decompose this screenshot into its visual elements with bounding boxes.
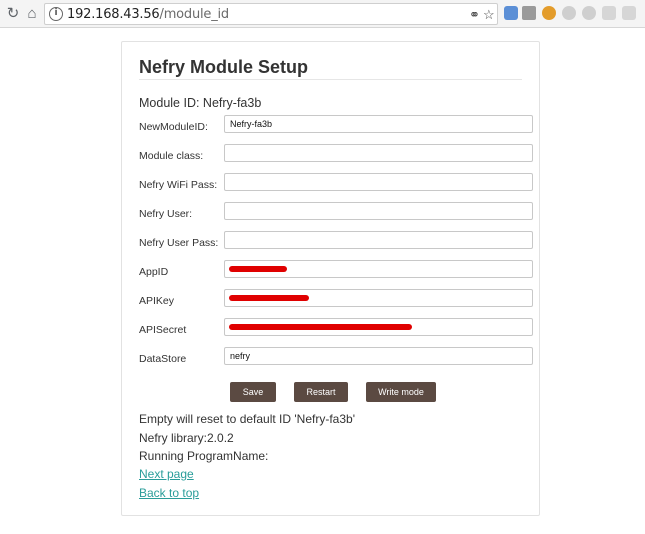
restart-button[interactable]: Restart xyxy=(294,382,348,402)
library-version: Nefry library:2.0.2 xyxy=(139,431,234,445)
url-path: /module_id xyxy=(159,7,230,22)
url-host: 192.168.43.56 xyxy=(67,7,160,22)
browser-toolbar: ↻ ⌂ i 192.168.43.56/module_id ⚭ ☆ xyxy=(0,0,645,28)
apikey-redaction xyxy=(229,295,309,301)
appid-redaction xyxy=(229,266,287,272)
write-mode-button[interactable]: Write mode xyxy=(366,382,436,402)
label-nefry-user: Nefry User: xyxy=(139,208,193,220)
running-program: Running ProgramName: xyxy=(139,449,269,463)
nefry-user-input[interactable] xyxy=(224,202,533,220)
page-title: Nefry Module Setup xyxy=(139,57,309,77)
apisecret-redaction xyxy=(229,324,412,330)
reload-icon[interactable]: ↻ xyxy=(4,5,22,23)
label-datastore: DataStore xyxy=(139,353,187,365)
label-nefry-user-pass: Nefry User Pass: xyxy=(139,237,219,249)
label-appid: AppID xyxy=(139,266,169,278)
new-module-id-input[interactable] xyxy=(224,115,533,133)
label-apisecret: APISecret xyxy=(139,324,187,336)
datastore-input[interactable] xyxy=(224,347,533,365)
module-class-input[interactable] xyxy=(224,144,533,162)
module-id-text: Module ID: Nefry-fa3b xyxy=(139,96,262,110)
extension-circle-icon[interactable] xyxy=(542,6,556,20)
address-bar[interactable]: i 192.168.43.56/module_id ⚭ ☆ xyxy=(44,3,498,25)
label-new-module-id: NewModuleID: xyxy=(139,121,208,133)
info-icon[interactable]: i xyxy=(49,7,63,21)
extension-cloud-icon[interactable] xyxy=(582,6,596,20)
label-apikey: APIKey xyxy=(139,295,175,307)
key-icon[interactable]: ⚭ xyxy=(469,7,480,23)
title-divider xyxy=(139,79,522,80)
back-to-top-link[interactable]: Back to top xyxy=(139,486,199,500)
label-module-class: Module class: xyxy=(139,150,204,162)
extension-camera-icon[interactable] xyxy=(522,6,536,20)
extension-bolt-icon[interactable] xyxy=(602,6,616,20)
label-wifi-pass: Nefry WiFi Pass: xyxy=(139,179,218,191)
address-url: 192.168.43.56/module_id xyxy=(67,7,229,22)
wifi-pass-input[interactable] xyxy=(224,173,533,191)
extension-grey-icon[interactable] xyxy=(562,6,576,20)
extension-translate-icon[interactable] xyxy=(504,6,518,20)
setup-card: Nefry Module Setup Module ID: Nefry-fa3b… xyxy=(121,41,540,516)
extension-box-icon[interactable] xyxy=(622,6,636,20)
reset-note: Empty will reset to default ID 'Nefry-fa… xyxy=(139,412,355,426)
nefry-user-pass-input[interactable] xyxy=(224,231,533,249)
next-page-link[interactable]: Next page xyxy=(139,467,194,481)
bookmark-star-icon[interactable]: ☆ xyxy=(483,7,495,23)
home-icon[interactable]: ⌂ xyxy=(23,5,41,23)
save-button[interactable]: Save xyxy=(230,382,276,402)
